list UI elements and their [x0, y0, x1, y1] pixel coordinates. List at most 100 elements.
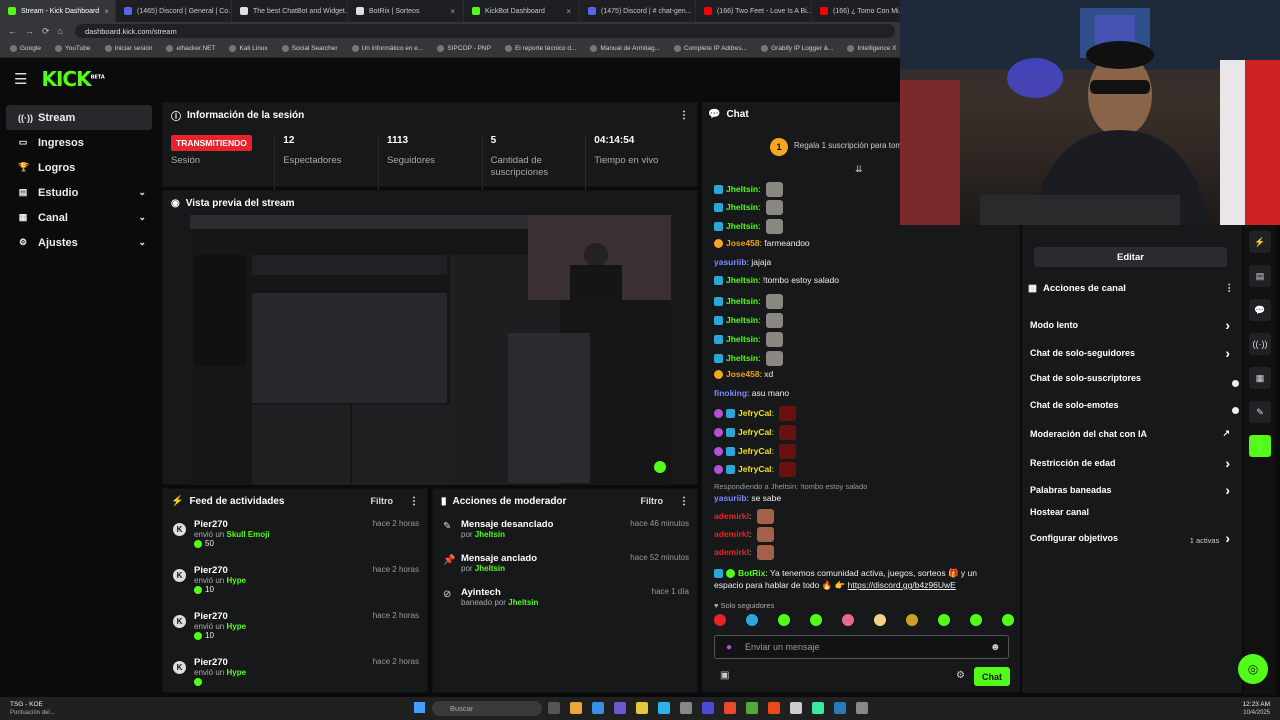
emote-icon[interactable] — [970, 614, 982, 626]
mod-user[interactable]: Jheltsin — [508, 598, 538, 607]
chat-username[interactable]: JefryCal — [738, 446, 772, 456]
taskbar-app-icon[interactable] — [768, 702, 780, 714]
browser-tab[interactable]: (1465) Discord | General | Co...× — [116, 0, 232, 22]
action-item[interactable]: Configurar objetivos 1 activas › — [1030, 530, 1230, 546]
chat-username[interactable]: Jheltsin — [726, 275, 758, 285]
emote-icon[interactable] — [906, 614, 918, 626]
chat-username[interactable]: Jheltsin — [726, 296, 758, 306]
emote-icon[interactable] — [746, 614, 758, 626]
taskbar-clock[interactable]: 12:23 AM 10/4/2025 — [1243, 701, 1270, 717]
feed-user[interactable]: Pier270 — [194, 611, 246, 622]
quick-actions-icon[interactable]: ⚡ — [1249, 231, 1271, 253]
feed-user[interactable]: Pier270 — [194, 657, 246, 668]
emote-icon[interactable] — [874, 614, 886, 626]
notes-icon[interactable]: ▤ — [1249, 265, 1271, 287]
url-field[interactable]: dashboard.kick.com/stream — [74, 24, 895, 38]
taskbar-search[interactable]: Buscar — [432, 701, 542, 716]
taskbar-app-icon[interactable] — [746, 702, 758, 714]
chat-username[interactable]: Jheltsin — [726, 315, 758, 325]
scroll-down-icon[interactable]: ⇊ — [855, 164, 863, 175]
chat-username[interactable]: yasuriib — [714, 257, 747, 267]
action-item[interactable]: Chat de solo-seguidores › — [1030, 345, 1230, 361]
bookmark[interactable]: Manual de Armitag... — [590, 45, 660, 52]
bookmark[interactable]: Social Searcher — [281, 45, 338, 52]
taskbar-app-icon[interactable] — [614, 702, 626, 714]
back-icon[interactable]: ← — [8, 26, 17, 36]
chat-username[interactable]: JefryCal — [738, 408, 772, 418]
chat-username[interactable]: Jheltsin — [726, 353, 758, 363]
action-item[interactable]: Palabras baneadas › — [1030, 482, 1230, 498]
sidebar-item-canal[interactable]: ▦ Canal ⌄ — [6, 205, 152, 230]
taskbar-app-icon[interactable] — [724, 702, 736, 714]
chat-username[interactable]: yasuriib — [714, 493, 747, 503]
chat-username[interactable]: Jheltsin — [726, 221, 758, 231]
bookmark[interactable]: SIPCOP - PNP — [437, 45, 491, 52]
emote-icon[interactable] — [842, 614, 854, 626]
sidebar-item-ajustes[interactable]: ⚙ Ajustes ⌄ — [6, 230, 152, 255]
bookmark[interactable]: YouTube — [54, 45, 91, 52]
browser-tab[interactable]: The best ChatBot and Widget...× — [232, 0, 348, 22]
browser-tab[interactable]: BotRix | Sorteos × — [348, 0, 464, 22]
browser-tab[interactable]: (1475) Discord | # chat-gen...× — [580, 0, 696, 22]
emote-icon[interactable] — [714, 614, 726, 626]
bookmark[interactable]: Iniciar sesión — [104, 45, 152, 52]
chat-username[interactable]: Jheltsin — [726, 184, 758, 194]
broadcast-icon[interactable]: ((·)) — [1249, 333, 1271, 355]
action-item[interactable]: Restricción de edad › — [1030, 455, 1230, 471]
chat-username[interactable]: JefryCal — [738, 464, 772, 474]
feed-filter-button[interactable]: Filtro — [371, 496, 394, 506]
chat-username[interactable]: Jheltsin — [726, 334, 758, 344]
menu-icon[interactable]: ☰ — [14, 70, 27, 88]
chat-icon[interactable]: 💬 — [1249, 299, 1271, 321]
mod-user[interactable]: Jheltsin — [475, 530, 505, 539]
chat-username[interactable]: BotRix — [738, 568, 765, 578]
taskbar-app-icon[interactable] — [570, 702, 582, 714]
chat-username[interactable]: JefryCal — [738, 427, 772, 437]
more-icon[interactable]: ⋮ — [1249, 435, 1271, 457]
bookmark[interactable]: Un informático en e... — [351, 45, 423, 52]
settings-icon[interactable]: ⚙ — [956, 670, 965, 681]
pinned-message[interactable]: Regala 1 suscripción para tom — [794, 141, 902, 150]
gift-icon[interactable]: ▣ — [720, 670, 729, 681]
mod-user[interactable]: Jheltsin — [475, 564, 505, 573]
emote-icon[interactable] — [778, 614, 790, 626]
bookmark[interactable]: Google — [10, 45, 41, 52]
mod-filter-button[interactable]: Filtro — [641, 496, 664, 506]
browser-tab[interactable]: (166) Two Feet - Love Is A Bi...× — [696, 0, 812, 22]
more-icon[interactable]: ⋮ — [1225, 283, 1235, 294]
chat-send-button[interactable]: Chat — [974, 667, 1010, 686]
close-tab-icon[interactable]: × — [566, 7, 571, 16]
feed-user[interactable]: Pier270 — [194, 519, 270, 530]
forward-icon[interactable]: → — [25, 26, 34, 36]
bookmark[interactable]: elhacker.NET — [166, 45, 215, 52]
emote-icon[interactable] — [938, 614, 950, 626]
chat-username[interactable]: ademirkl — [714, 529, 749, 539]
taskbar-app-icon[interactable] — [834, 702, 846, 714]
edit-icon[interactable]: ✎ — [1249, 401, 1271, 423]
more-icon[interactable]: ⋮ — [679, 496, 689, 507]
browser-tab[interactable]: KickBot Dashboard × — [464, 0, 580, 22]
emote-icon[interactable] — [1002, 614, 1014, 626]
feed-user[interactable]: Pier270 — [194, 565, 246, 576]
reload-icon[interactable]: ⟳ — [42, 26, 50, 37]
close-tab-icon[interactable]: × — [104, 7, 109, 16]
chat-username[interactable]: ademirkl — [714, 511, 749, 521]
taskbar-app-icon[interactable] — [856, 702, 868, 714]
kick-logo[interactable]: KICKBETA — [41, 67, 104, 91]
bookmark[interactable]: Grabify IP Logger &... — [761, 45, 833, 52]
taskbar-app-icon[interactable] — [702, 702, 714, 714]
bookmark[interactable]: El reporte técnico d... — [504, 45, 576, 52]
taskbar-app-icon[interactable] — [812, 702, 824, 714]
chevron-down-icon[interactable]: ⌄ — [138, 212, 146, 223]
taskbar-app-icon[interactable] — [592, 702, 604, 714]
chat-username[interactable]: Jheltsin — [726, 202, 758, 212]
taskbar-app-icon[interactable] — [548, 702, 560, 714]
chevron-down-icon[interactable]: ⌄ — [138, 237, 146, 248]
sidebar-item-stream[interactable]: ((·)) Stream — [6, 105, 152, 130]
emote-icon[interactable] — [810, 614, 822, 626]
home-icon[interactable]: ⌂ — [58, 26, 63, 36]
action-item[interactable]: Chat de solo-emotes — [1030, 400, 1230, 410]
sidebar-item-logros[interactable]: 🏆 Logros — [6, 155, 152, 180]
taskbar-app-icon[interactable] — [658, 702, 670, 714]
windows-start-icon[interactable] — [414, 702, 425, 713]
